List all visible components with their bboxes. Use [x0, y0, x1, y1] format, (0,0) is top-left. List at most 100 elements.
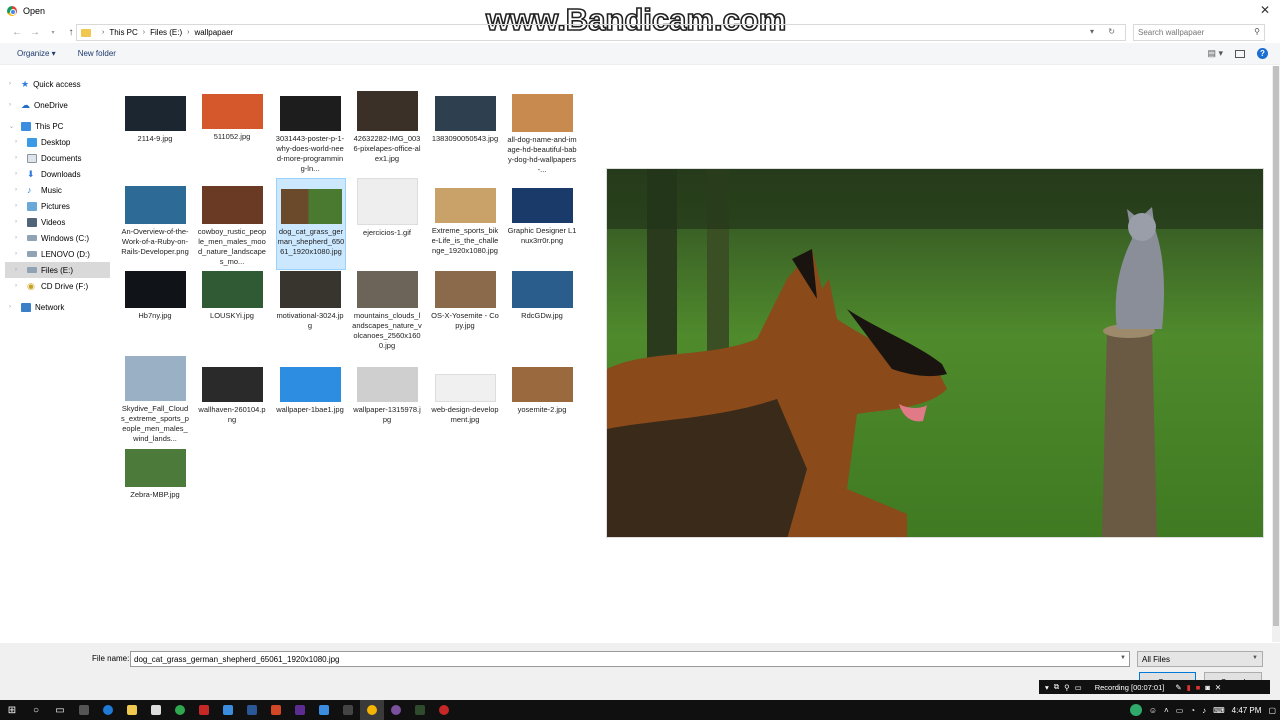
clock[interactable]: 4:47 PM [1232, 706, 1262, 715]
scrollbar-thumb[interactable] [1273, 66, 1279, 626]
file-tile[interactable]: Zebra-MBP.jpg [120, 449, 190, 500]
close-icon[interactable]: ✕ [1215, 683, 1221, 692]
file-tile[interactable]: all-dog-name-and-image-hd-beautiful-baby… [507, 94, 577, 175]
people-icon[interactable]: ☺ [1149, 706, 1157, 715]
search-icon[interactable]: ○ [24, 700, 48, 720]
chevron-right-icon[interactable]: › [9, 102, 11, 108]
file-tile[interactable]: 1383090050543.jpg [430, 96, 500, 144]
file-tile[interactable]: RdcGDw.jpg [507, 271, 577, 321]
illustrator-icon[interactable] [408, 700, 432, 720]
file-tile[interactable]: mountains_clouds_landscapes_nature_volca… [352, 271, 422, 351]
file-tile[interactable]: web-design-development.jpg [430, 374, 500, 425]
sidebar-item-music[interactable]: › ♪ Music [5, 182, 110, 198]
chevron-up-icon[interactable]: ˄ [1164, 706, 1169, 715]
sidebar-item-this-pc[interactable]: ⌄ This PC [5, 118, 110, 134]
preview-pane-icon[interactable] [1235, 49, 1245, 58]
menu-icon[interactable]: ▾ [1045, 683, 1049, 692]
battery-icon[interactable]: ▭ [1176, 706, 1184, 715]
chevron-right-icon[interactable]: › [15, 171, 17, 177]
file-tile[interactable]: Hb7ny.jpg [120, 271, 190, 321]
bandicam-icon[interactable] [432, 700, 456, 720]
file-tile[interactable]: 2114-9.jpg [120, 96, 190, 144]
file-explorer-icon[interactable] [120, 700, 144, 720]
breadcrumb-files-e[interactable]: Files (E:) [150, 28, 182, 37]
help-icon[interactable]: ? [1257, 48, 1268, 59]
chevron-right-icon[interactable]: › [15, 219, 17, 225]
edge-icon[interactable] [96, 700, 120, 720]
file-tile[interactable]: wallpaper-1bae1.jpg [275, 367, 345, 415]
wifi-icon[interactable]: ◔ [1190, 706, 1195, 715]
file-tile[interactable]: LOUSKYi.jpg [197, 271, 267, 321]
sidebar-item-downloads[interactable]: › ⬇ Downloads [5, 166, 110, 182]
word-icon[interactable] [240, 700, 264, 720]
pause-icon[interactable]: ▮ [1187, 683, 1191, 692]
sidebar-item-pictures[interactable]: › Pictures [5, 198, 110, 214]
chevron-right-icon[interactable]: › [187, 29, 189, 36]
sidebar-item-windows-c[interactable]: › Windows (C:) [5, 230, 110, 246]
file-tile[interactable]: 42632282-IMG_0036-pixelapes-office-alex1… [352, 91, 422, 164]
file-tile[interactable]: Graphic Designer L1nux3rr0r.png [507, 188, 577, 246]
sidebar-item-documents[interactable]: › Documents [5, 150, 110, 166]
file-tile[interactable]: 3031443-poster-p-1-why-does-world-need-m… [275, 96, 345, 174]
chevron-right-icon[interactable]: › [15, 187, 17, 193]
sidebar-item-lenovo-d[interactable]: › LENOVO (D:) [5, 246, 110, 262]
chrome-icon[interactable] [168, 700, 192, 720]
zoom-icon[interactable]: ⚲ [1064, 683, 1070, 692]
file-tile[interactable]: cowboy_rustic_people_men_males_mood_natu… [197, 186, 267, 267]
sidebar-item-desktop[interactable]: › Desktop [5, 134, 110, 150]
chevron-down-icon[interactable]: ▼ [1120, 655, 1126, 661]
back-arrow-icon[interactable]: ← [8, 27, 26, 38]
notifications-icon[interactable]: ▢ [1268, 706, 1276, 715]
recent-dropdown-icon[interactable]: ▾ [44, 29, 62, 36]
file-tile[interactable]: yosemite-2.jpg [507, 367, 577, 415]
chevron-right-icon[interactable]: › [102, 29, 104, 36]
breadcrumb-this-pc[interactable]: This PC [109, 28, 137, 37]
language-icon[interactable]: ⌨ [1213, 706, 1225, 715]
app-icon[interactable] [312, 700, 336, 720]
file-tile[interactable]: An-Overview-of-the-Work-of-a-Ruby-on-Rai… [120, 186, 190, 257]
file-tile[interactable]: 511052.jpg [197, 94, 267, 142]
chevron-right-icon[interactable]: › [15, 235, 17, 241]
sidebar-item-onedrive[interactable]: › ☁ OneDrive [5, 97, 110, 113]
chevron-right-icon[interactable]: › [9, 81, 11, 87]
security-icon[interactable] [216, 700, 240, 720]
chevron-right-icon[interactable]: › [15, 139, 17, 145]
chrome-active-icon[interactable] [360, 700, 384, 720]
chevron-right-icon[interactable]: › [143, 29, 145, 36]
keyboard-icon[interactable] [72, 700, 96, 720]
sidebar-item-cd-drive-f[interactable]: › ◉ CD Drive (F:) [5, 278, 110, 294]
media-icon[interactable] [336, 700, 360, 720]
close-icon[interactable]: ✕ [1260, 3, 1270, 17]
chevron-right-icon[interactable]: › [15, 155, 17, 161]
file-tile[interactable]: ejercicios-1.gif [352, 178, 422, 238]
store-icon[interactable] [144, 700, 168, 720]
view-options-icon[interactable]: ▤ ▾ [1207, 48, 1223, 59]
chevron-right-icon[interactable]: › [15, 203, 17, 209]
volume-icon[interactable]: ♪ [1202, 706, 1206, 715]
chevron-right-icon[interactable]: › [15, 283, 17, 289]
pencil-icon[interactable]: ✎ [1175, 683, 1181, 692]
new-folder-button[interactable]: New folder [78, 49, 116, 58]
powerpoint-icon[interactable] [264, 700, 288, 720]
stop-icon[interactable]: ■ [1196, 683, 1201, 692]
file-tile[interactable]: Skydive_Fall_Clouds_extreme_sports_peopl… [120, 356, 190, 444]
vertical-scrollbar[interactable] [1272, 66, 1280, 642]
sidebar-item-quick-access[interactable]: › ★ Quick access [5, 76, 110, 92]
file-tile-selected[interactable]: dog_cat_grass_german_shepherd_65061_1920… [276, 178, 346, 270]
visual-studio-icon[interactable] [288, 700, 312, 720]
chevron-down-icon[interactable]: ▼ [1252, 655, 1258, 661]
chevron-right-icon[interactable]: › [9, 304, 11, 310]
screen-icon[interactable]: ▭ [1075, 683, 1082, 692]
breadcrumb-wallpapaer[interactable]: wallpapaer [194, 28, 233, 37]
search-input[interactable]: Search wallpapaer ⚲ [1133, 24, 1265, 41]
file-tile[interactable]: OS-X-Yosemite - Copy.jpg [430, 271, 500, 331]
forward-arrow-icon[interactable]: → [26, 27, 44, 38]
sidebar-item-network[interactable]: › Network [5, 299, 110, 315]
refresh-icon[interactable]: ▾ ↻ [1090, 27, 1121, 36]
task-view-icon[interactable]: ▭ [48, 700, 72, 720]
address-bar[interactable]: › This PC › Files (E:) › wallpapaer ▾ ↻ [76, 24, 1126, 41]
file-name-input[interactable]: dog_cat_grass_german_shepherd_65061_1920… [130, 651, 1130, 667]
file-tile[interactable]: motivational-3024.jpg [275, 271, 345, 331]
camera-icon[interactable]: ◙ [1205, 683, 1210, 692]
sidebar-item-videos[interactable]: › Videos [5, 214, 110, 230]
